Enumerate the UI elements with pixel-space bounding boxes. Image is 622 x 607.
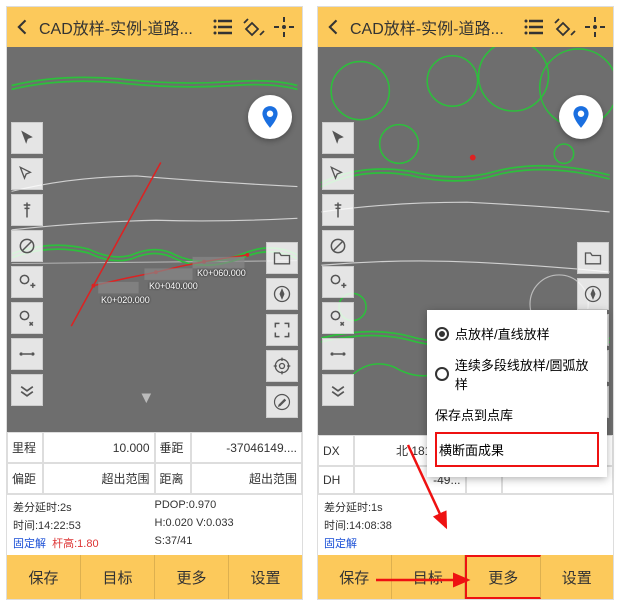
select-tool-icon[interactable] [11,158,43,190]
locate-button[interactable] [559,95,603,139]
more-button[interactable]: 更多 [465,555,541,599]
menu-option-point-line[interactable]: 点放样/直线放样 [433,318,601,349]
status-row: 差分延时:2s PDOP:0.970 时间:14:22:53 H:0.020 V… [7,494,302,555]
crosshair-icon[interactable] [272,15,296,39]
status-row: 差分延时:1s 时间:14:08:38 固定解 [318,494,613,555]
pointer-tool-icon[interactable] [322,122,354,154]
status-pdop: PDOP:0.970 [155,499,297,515]
disable-circle-icon[interactable] [322,230,354,262]
left-tool-column [322,122,354,406]
value-mileage: 10.000 [43,432,155,463]
radio-unselected-icon [435,367,449,381]
status-fix: 固定解 [324,535,466,551]
menu-list-icon[interactable] [212,15,236,39]
menu-option-cross-section[interactable]: 横断面成果 [435,432,599,467]
target-button[interactable]: 目标 [392,555,466,599]
segment-line-icon[interactable] [322,338,354,370]
bottom-button-bar: 保存 目标 更多 设置 [318,555,613,599]
left-tool-column [11,122,43,406]
menu-option-polyline-arc[interactable]: 连续多段线放样/圆弧放样 [433,349,601,399]
page-title: CAD放样-实例-道路... [350,15,517,39]
label-dx: DX [318,435,354,466]
header: CAD放样-实例-道路... [7,7,302,47]
status-time: 时间:14:22:53 [13,517,155,533]
satellite-icon[interactable] [242,15,266,39]
right-tool-column [266,242,298,418]
save-button[interactable]: 保存 [318,555,392,599]
radio-selected-icon [435,327,449,341]
erase-point-icon[interactable] [11,302,43,334]
settings-button[interactable]: 设置 [229,555,302,599]
back-button[interactable] [13,17,33,37]
satellite-icon[interactable] [553,15,577,39]
label-dh: DH [318,466,354,494]
survey-pole-icon[interactable] [322,194,354,226]
add-point-icon[interactable] [322,266,354,298]
stake-label: K0+060.000 [197,268,246,278]
save-button[interactable]: 保存 [7,555,81,599]
status-diff-delay: 差分延时:2s [13,499,155,515]
folder-icon[interactable] [266,242,298,274]
label-distance: 距离 [155,463,191,494]
label-mileage: 里程 [7,432,43,463]
compass-icon[interactable] [266,278,298,310]
screen-left: CAD放样-实例-道路... [6,6,303,600]
info-grid: 里程 10.000 垂距 -37046149.... 偏距 超出范围 距离 超出… [7,432,302,494]
edit-pen-icon[interactable] [266,386,298,418]
crosshair-icon[interactable] [583,15,607,39]
status-fix: 固定解 [13,538,46,550]
label-perp: 垂距 [155,432,191,463]
fullscreen-icon[interactable] [266,314,298,346]
status-diff-delay: 差分延时:1s [324,499,466,515]
folder-icon[interactable] [577,242,609,274]
label-offset: 偏距 [7,463,43,494]
target-button[interactable]: 目标 [81,555,155,599]
page-title: CAD放样-实例-道路... [39,15,206,39]
screen-right: CAD放样-实例-道路... [317,6,614,600]
disable-circle-icon[interactable] [11,230,43,262]
add-point-icon[interactable] [11,266,43,298]
value-distance: 超出范围 [191,463,303,494]
value-offset: 超出范围 [43,463,155,494]
bottom-button-bar: 保存 目标 更多 设置 [7,555,302,599]
menu-option-save-to-lib[interactable]: 保存点到点库 [433,399,601,430]
compass-icon[interactable] [577,278,609,310]
settings-button[interactable]: 设置 [541,555,614,599]
more-button[interactable]: 更多 [155,555,229,599]
collapse-down-icon[interactable] [11,374,43,406]
stake-label: K0+040.000 [149,281,198,291]
target-icon[interactable] [266,350,298,382]
stake-label: K0+020.000 [101,295,150,305]
select-tool-icon[interactable] [322,158,354,190]
erase-point-icon[interactable] [322,302,354,334]
pointer-tool-icon[interactable] [11,122,43,154]
back-button[interactable] [324,17,344,37]
header: CAD放样-实例-道路... [318,7,613,47]
collapse-down-icon[interactable] [322,374,354,406]
map-view[interactable]: K0+020.000 K0+040.000 K0+060.000 [7,47,302,432]
more-menu-popup: 点放样/直线放样 连续多段线放样/圆弧放样 保存点到点库 横断面成果 [427,310,607,477]
status-pole-height: 杆高:1.80 [52,538,98,550]
status-hv: H:0.020 V:0.033 [155,517,297,533]
locate-button[interactable] [248,95,292,139]
value-perp: -37046149.... [191,432,303,463]
segment-line-icon[interactable] [11,338,43,370]
menu-list-icon[interactable] [523,15,547,39]
survey-pole-icon[interactable] [11,194,43,226]
status-time: 时间:14:08:38 [324,517,466,533]
status-satcount: S:37/41 [155,535,297,551]
